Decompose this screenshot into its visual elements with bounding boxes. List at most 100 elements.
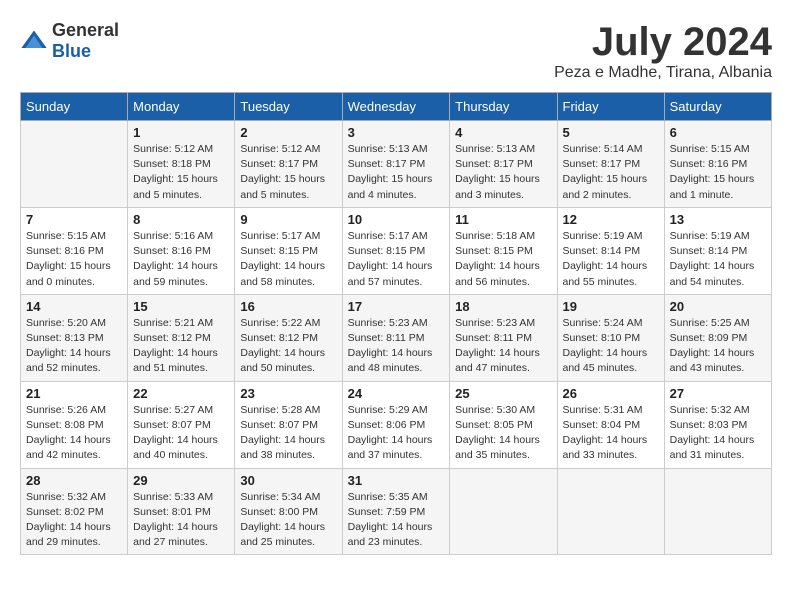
day-info: Sunrise: 5:13 AM Sunset: 8:17 PM Dayligh… [455,142,551,203]
calendar-cell: 16Sunrise: 5:22 AM Sunset: 8:12 PM Dayli… [235,294,342,381]
day-info: Sunrise: 5:15 AM Sunset: 8:16 PM Dayligh… [670,142,766,203]
day-number: 22 [133,386,229,401]
day-number: 21 [26,386,122,401]
day-info: Sunrise: 5:19 AM Sunset: 8:14 PM Dayligh… [670,229,766,290]
calendar-body: 1 Sunrise: 5:12 AM Sunset: 8:18 PM Daylig… [21,121,772,555]
day-info: Sunrise: 5:32 AM Sunset: 8:02 PM Dayligh… [26,490,122,551]
calendar-cell: 19 Sunrise: 5:24 AM Sunset: 8:10 PM Dayli… [557,294,664,381]
day-info: Sunrise: 5:27 AM Sunset: 8:07 PM Dayligh… [133,403,229,464]
header-cell-thursday: Thursday [450,93,557,121]
day-info: Sunrise: 5:35 AM Sunset: 7:59 PM Dayligh… [348,490,445,551]
calendar-week-5: 28 Sunrise: 5:32 AM Sunset: 8:02 PM Dayli… [21,468,772,555]
day-number: 28 [26,473,122,488]
day-info: Sunrise: 5:19 AM Sunset: 8:14 PM Dayligh… [563,229,659,290]
day-number: 26 [563,386,659,401]
header: General Blue July 2024 Peza e Madhe, Tir… [20,20,772,82]
day-number: 4 [455,125,551,140]
day-info: Sunrise: 5:25 AM Sunset: 8:09 PM Dayligh… [670,316,766,377]
calendar-cell: 14Sunrise: 5:20 AM Sunset: 8:13 PM Dayli… [21,294,128,381]
logo-blue: Blue [52,41,91,61]
day-number: 13 [670,212,766,227]
header-cell-tuesday: Tuesday [235,93,342,121]
calendar-cell: 11 Sunrise: 5:18 AM Sunset: 8:15 PM Dayli… [450,207,557,294]
day-info: Sunrise: 5:22 AM Sunset: 8:12 PM Dayligh… [240,316,336,377]
header-cell-saturday: Saturday [664,93,771,121]
day-number: 10 [348,212,445,227]
calendar-cell: 21 Sunrise: 5:26 AM Sunset: 8:08 PM Dayli… [21,381,128,468]
day-number: 7 [26,212,122,227]
day-number: 18 [455,299,551,314]
day-number: 29 [133,473,229,488]
day-number: 20 [670,299,766,314]
calendar-header-row: SundayMondayTuesdayWednesdayThursdayFrid… [21,93,772,121]
calendar-cell: 22 Sunrise: 5:27 AM Sunset: 8:07 PM Dayli… [128,381,235,468]
day-info: Sunrise: 5:17 AM Sunset: 8:15 PM Dayligh… [348,229,445,290]
calendar-cell: 31 Sunrise: 5:35 AM Sunset: 7:59 PM Dayli… [342,468,450,555]
calendar-week-2: 7Sunrise: 5:15 AM Sunset: 8:16 PM Daylig… [21,207,772,294]
calendar-cell: 2Sunrise: 5:12 AM Sunset: 8:17 PM Daylig… [235,121,342,208]
day-info: Sunrise: 5:33 AM Sunset: 8:01 PM Dayligh… [133,490,229,551]
day-number: 27 [670,386,766,401]
calendar-cell: 4 Sunrise: 5:13 AM Sunset: 8:17 PM Daylig… [450,121,557,208]
calendar-cell: 29 Sunrise: 5:33 AM Sunset: 8:01 PM Dayli… [128,468,235,555]
day-info: Sunrise: 5:12 AM Sunset: 8:18 PM Dayligh… [133,142,229,203]
calendar-cell: 5Sunrise: 5:14 AM Sunset: 8:17 PM Daylig… [557,121,664,208]
day-number: 30 [240,473,336,488]
day-number: 9 [240,212,336,227]
day-info: Sunrise: 5:26 AM Sunset: 8:08 PM Dayligh… [26,403,122,464]
calendar-cell: 25Sunrise: 5:30 AM Sunset: 8:05 PM Dayli… [450,381,557,468]
calendar-cell: 24Sunrise: 5:29 AM Sunset: 8:06 PM Dayli… [342,381,450,468]
calendar-cell: 1 Sunrise: 5:12 AM Sunset: 8:18 PM Daylig… [128,121,235,208]
calendar-cell [450,468,557,555]
day-info: Sunrise: 5:29 AM Sunset: 8:06 PM Dayligh… [348,403,445,464]
logo-text: General Blue [52,20,119,62]
day-number: 3 [348,125,445,140]
calendar-cell [664,468,771,555]
day-info: Sunrise: 5:20 AM Sunset: 8:13 PM Dayligh… [26,316,122,377]
calendar-cell: 18Sunrise: 5:23 AM Sunset: 8:11 PM Dayli… [450,294,557,381]
day-number: 8 [133,212,229,227]
calendar-cell: 7Sunrise: 5:15 AM Sunset: 8:16 PM Daylig… [21,207,128,294]
day-number: 1 [133,125,229,140]
day-info: Sunrise: 5:23 AM Sunset: 8:11 PM Dayligh… [348,316,445,377]
day-number: 15 [133,299,229,314]
logo-icon [20,27,48,55]
calendar-cell: 30 Sunrise: 5:34 AM Sunset: 8:00 PM Dayli… [235,468,342,555]
calendar-cell: 6Sunrise: 5:15 AM Sunset: 8:16 PM Daylig… [664,121,771,208]
calendar-week-1: 1 Sunrise: 5:12 AM Sunset: 8:18 PM Daylig… [21,121,772,208]
month-title: July 2024 [554,20,772,64]
day-info: Sunrise: 5:28 AM Sunset: 8:07 PM Dayligh… [240,403,336,464]
day-info: Sunrise: 5:32 AM Sunset: 8:03 PM Dayligh… [670,403,766,464]
day-info: Sunrise: 5:34 AM Sunset: 8:00 PM Dayligh… [240,490,336,551]
calendar-cell: 27 Sunrise: 5:32 AM Sunset: 8:03 PM Dayli… [664,381,771,468]
calendar-cell: 13 Sunrise: 5:19 AM Sunset: 8:14 PM Dayli… [664,207,771,294]
calendar-cell [557,468,664,555]
day-info: Sunrise: 5:21 AM Sunset: 8:12 PM Dayligh… [133,316,229,377]
header-cell-sunday: Sunday [21,93,128,121]
calendar-cell: 9 Sunrise: 5:17 AM Sunset: 8:15 PM Daylig… [235,207,342,294]
day-number: 12 [563,212,659,227]
day-info: Sunrise: 5:30 AM Sunset: 8:05 PM Dayligh… [455,403,551,464]
day-info: Sunrise: 5:24 AM Sunset: 8:10 PM Dayligh… [563,316,659,377]
logo-general: General [52,20,119,40]
header-cell-wednesday: Wednesday [342,93,450,121]
calendar-week-4: 21 Sunrise: 5:26 AM Sunset: 8:08 PM Dayli… [21,381,772,468]
day-number: 23 [240,386,336,401]
calendar-cell: 23 Sunrise: 5:28 AM Sunset: 8:07 PM Dayli… [235,381,342,468]
calendar-cell [21,121,128,208]
day-info: Sunrise: 5:18 AM Sunset: 8:15 PM Dayligh… [455,229,551,290]
day-info: Sunrise: 5:16 AM Sunset: 8:16 PM Dayligh… [133,229,229,290]
day-info: Sunrise: 5:17 AM Sunset: 8:15 PM Dayligh… [240,229,336,290]
calendar-cell: 8 Sunrise: 5:16 AM Sunset: 8:16 PM Daylig… [128,207,235,294]
day-number: 19 [563,299,659,314]
calendar-cell: 17Sunrise: 5:23 AM Sunset: 8:11 PM Dayli… [342,294,450,381]
header-cell-monday: Monday [128,93,235,121]
logo: General Blue [20,20,119,62]
calendar-cell: 15 Sunrise: 5:21 AM Sunset: 8:12 PM Dayli… [128,294,235,381]
day-number: 11 [455,212,551,227]
calendar-week-3: 14Sunrise: 5:20 AM Sunset: 8:13 PM Dayli… [21,294,772,381]
calendar-cell: 20 Sunrise: 5:25 AM Sunset: 8:09 PM Dayli… [664,294,771,381]
calendar-table: SundayMondayTuesdayWednesdayThursdayFrid… [20,92,772,555]
day-number: 31 [348,473,445,488]
title-area: July 2024 Peza e Madhe, Tirana, Albania [554,20,772,82]
